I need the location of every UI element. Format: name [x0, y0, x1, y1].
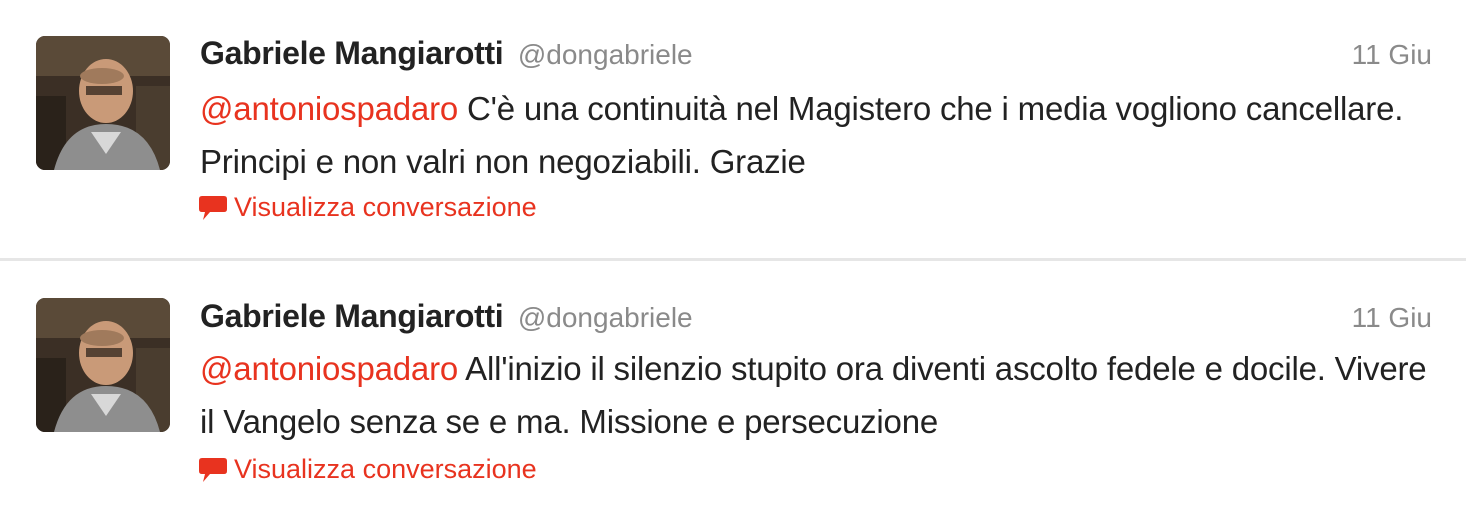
tweet-text: @antoniospadaro All'inizio il silenzio s…	[200, 342, 1430, 448]
tweet-timestamp[interactable]: 11 Giu	[1352, 302, 1432, 334]
avatar[interactable]	[36, 298, 170, 432]
view-conversation-link[interactable]: Visualizza conversazione	[198, 454, 537, 485]
tweet-header: Gabriele Mangiarotti @dongabriele 11 Giu	[200, 298, 1432, 338]
tweet-item[interactable]: Gabriele Mangiarotti @dongabriele 11 Giu…	[0, 0, 1466, 261]
tweet-feed: Gabriele Mangiarotti @dongabriele 11 Giu…	[0, 0, 1466, 510]
author-name[interactable]: Gabriele Mangiarotti	[200, 35, 504, 71]
author-name[interactable]: Gabriele Mangiarotti	[200, 298, 504, 334]
speech-bubble-icon	[198, 456, 228, 484]
mention-link[interactable]: @antoniospadaro	[200, 90, 458, 127]
tweet-header: Gabriele Mangiarotti @dongabriele 11 Giu	[200, 35, 1432, 75]
view-conversation-link[interactable]: Visualizza conversazione	[198, 192, 537, 223]
mention-link[interactable]: @antoniospadaro	[200, 350, 458, 387]
speech-bubble-icon	[198, 194, 228, 222]
author-handle[interactable]: @dongabriele	[518, 39, 693, 70]
tweet-timestamp[interactable]: 11 Giu	[1352, 39, 1432, 71]
tweet-item[interactable]: Gabriele Mangiarotti @dongabriele 11 Giu…	[0, 264, 1466, 510]
author-handle[interactable]: @dongabriele	[518, 302, 693, 333]
view-conversation-label: Visualizza conversazione	[234, 192, 537, 222]
view-conversation-label: Visualizza conversazione	[234, 454, 537, 484]
avatar[interactable]	[36, 36, 170, 170]
tweet-text: @antoniospadaro C'è una continuità nel M…	[200, 82, 1430, 188]
